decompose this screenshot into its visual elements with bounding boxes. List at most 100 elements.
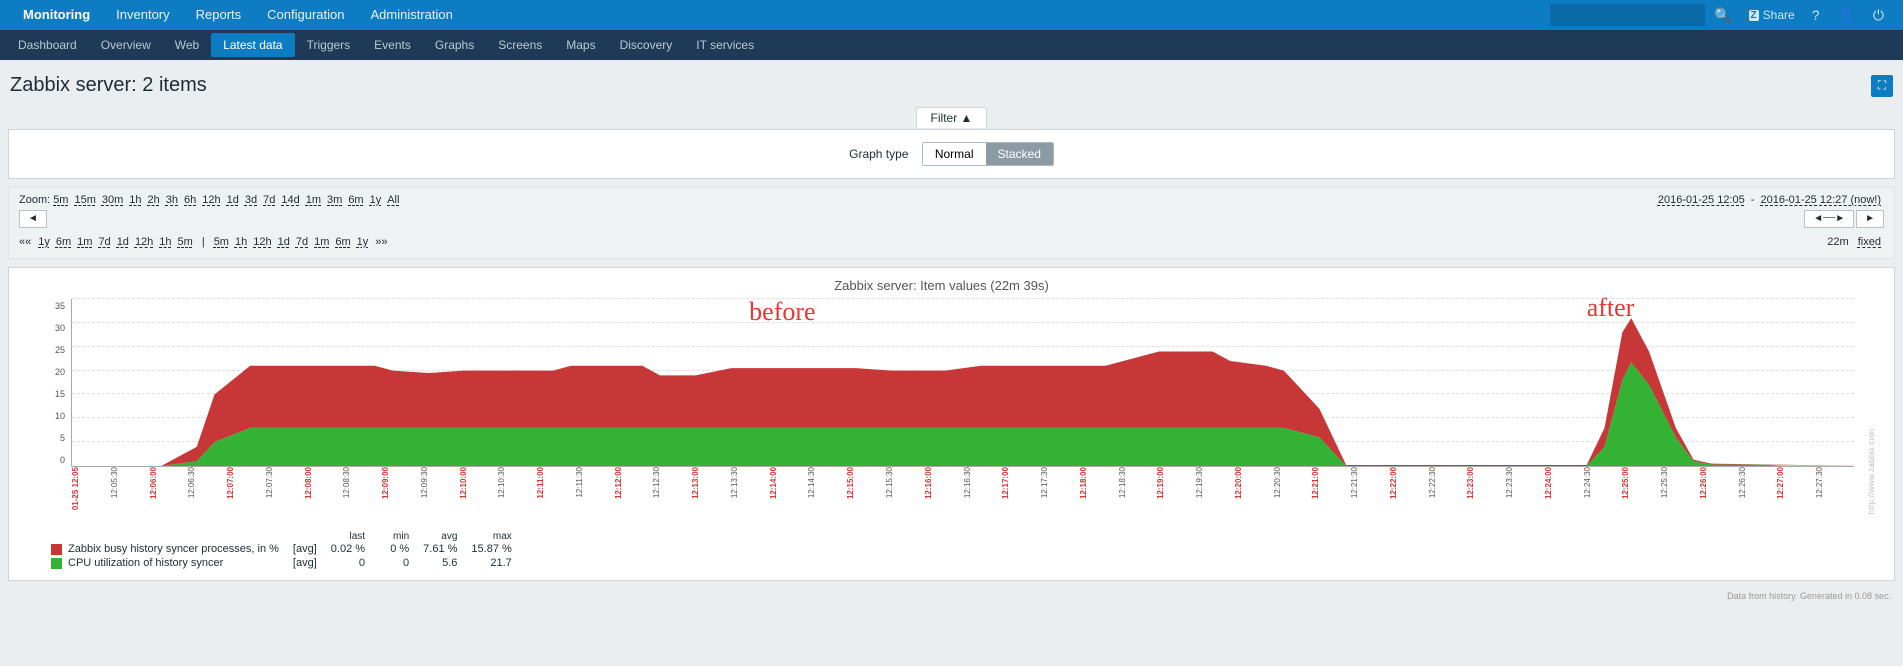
chart-panel: Zabbix server: Item values (22m 39s) 353… — [8, 267, 1895, 581]
zoom-step-5m[interactable]: 5m — [53, 194, 68, 206]
zoom-step-All[interactable]: All — [387, 194, 399, 206]
shift-right-7d[interactable]: 7d — [296, 236, 308, 248]
x-tick: 12:16:00 — [924, 467, 933, 499]
title-bar: Zabbix server: 2 items ⛶ — [0, 60, 1903, 107]
x-tick: 12:24:30 — [1583, 467, 1592, 498]
shift-left-7d[interactable]: 7d — [98, 236, 110, 248]
graphtype-option-normal[interactable]: Normal — [923, 143, 986, 165]
subnav-item-dashboard[interactable]: Dashboard — [6, 33, 89, 57]
top-nav: MonitoringInventoryReportsConfigurationA… — [0, 0, 1903, 30]
shift-right-1m[interactable]: 1m — [314, 236, 329, 248]
topnav-item-inventory[interactable]: Inventory — [103, 7, 182, 22]
side-url: http://www.zabbix.com — [1867, 429, 1876, 515]
x-tick: 12:06:30 — [187, 467, 196, 498]
sub-nav: DashboardOverviewWebLatest dataTriggersE… — [0, 30, 1903, 60]
subnav-item-graphs[interactable]: Graphs — [423, 33, 486, 57]
shift-right-6m[interactable]: 6m — [335, 236, 350, 248]
x-tick: 12:15:30 — [885, 467, 894, 498]
topnav-item-configuration[interactable]: Configuration — [254, 7, 357, 22]
zoom-step-1y[interactable]: 1y — [370, 194, 382, 206]
share-button[interactable]: ZShare — [1741, 8, 1803, 22]
footer-text: Data from history. Generated in 0.08 sec… — [0, 589, 1903, 611]
scroll-left-button[interactable]: ◄ — [19, 210, 47, 228]
x-tick: 12:09:00 — [381, 467, 390, 499]
zoom-step-3d[interactable]: 3d — [245, 194, 257, 206]
graphtype-segmented: NormalStacked — [922, 142, 1054, 166]
shift-right-5m[interactable]: 5m — [214, 236, 229, 248]
user-icon[interactable]: 👤 — [1828, 7, 1863, 24]
scroll-right-button[interactable]: ► — [1856, 210, 1884, 228]
x-tick: 12:19:00 — [1156, 467, 1165, 499]
fullscreen-button[interactable]: ⛶ — [1871, 75, 1893, 97]
x-tick: 12:23:00 — [1466, 467, 1475, 499]
zoom-step-12h[interactable]: 12h — [202, 194, 220, 206]
topnav-item-monitoring[interactable]: Monitoring — [10, 7, 103, 22]
shift-left-5m[interactable]: 5m — [178, 236, 193, 248]
scroll-bar-button[interactable]: ◄┄┄► — [1804, 210, 1854, 228]
zoom-step-14d[interactable]: 14d — [281, 194, 299, 206]
subnav-item-latest-data[interactable]: Latest data — [211, 33, 294, 57]
topnav-item-administration[interactable]: Administration — [358, 7, 466, 22]
zoom-step-30m[interactable]: 30m — [102, 194, 123, 206]
zoom-step-1h[interactable]: 1h — [129, 194, 141, 206]
time-to[interactable]: 2016-01-25 12:27 (now!) — [1761, 194, 1881, 206]
shift-left-1y[interactable]: 1y — [38, 236, 50, 248]
x-tick: 12:27:00 — [1776, 467, 1785, 499]
zoom-step-1d[interactable]: 1d — [227, 194, 239, 206]
help-icon[interactable]: ? — [1803, 7, 1829, 23]
zoom-step-3h[interactable]: 3h — [166, 194, 178, 206]
x-tick: 12:22:00 — [1389, 467, 1398, 499]
zoom-step-6h[interactable]: 6h — [184, 194, 196, 206]
subnav-item-discovery[interactable]: Discovery — [608, 33, 685, 57]
x-tick: 12:26:30 — [1738, 467, 1747, 498]
zoom-step-6m[interactable]: 6m — [348, 194, 363, 206]
subnav-item-overview[interactable]: Overview — [89, 33, 163, 57]
y-axis: 35302520151050 — [29, 299, 71, 467]
legend-row: Zabbix busy history syncer processes, in… — [51, 542, 526, 556]
subnav-item-screens[interactable]: Screens — [486, 33, 554, 57]
x-tick: 12:14:30 — [807, 467, 816, 498]
zoom-step-3m[interactable]: 3m — [327, 194, 342, 206]
page-title: Zabbix server: 2 items — [10, 74, 1871, 97]
topnav-item-reports[interactable]: Reports — [183, 7, 255, 22]
graphtype-option-stacked[interactable]: Stacked — [986, 143, 1053, 165]
search-icon[interactable]: 🔍 — [1705, 7, 1740, 24]
x-tick: 12:13:30 — [730, 467, 739, 498]
x-tick: 12:08:30 — [342, 467, 351, 498]
shift-left-end[interactable]: «« — [19, 236, 31, 248]
x-axis: 01-25 12:0512:05:3012:06:0012:06:3012:07… — [71, 467, 1854, 525]
x-tick: 12:26:00 — [1699, 467, 1708, 499]
shift-right-end[interactable]: »» — [375, 236, 387, 248]
subnav-item-triggers[interactable]: Triggers — [295, 33, 363, 57]
time-fixed-toggle[interactable]: fixed — [1858, 236, 1881, 248]
zoom-step-7d[interactable]: 7d — [263, 194, 275, 206]
filter-toggle[interactable]: Filter ▲ — [916, 107, 988, 128]
subnav-item-maps[interactable]: Maps — [554, 33, 607, 57]
shift-left-1d[interactable]: 1d — [117, 236, 129, 248]
time-duration: 22m — [1827, 236, 1848, 248]
shift-right-1h[interactable]: 1h — [235, 236, 247, 248]
shift-right-1d[interactable]: 1d — [278, 236, 290, 248]
subnav-item-web[interactable]: Web — [163, 33, 211, 57]
x-tick: 12:22:30 — [1428, 467, 1437, 498]
time-from[interactable]: 2016-01-25 12:05 — [1658, 194, 1745, 206]
plot-area[interactable]: before after — [71, 299, 1854, 467]
shift-left-6m[interactable]: 6m — [56, 236, 71, 248]
x-tick: 12:24:00 — [1544, 467, 1553, 499]
shift-left-12h[interactable]: 12h — [135, 236, 153, 248]
shift-left-1m[interactable]: 1m — [77, 236, 92, 248]
x-tick: 12:06:00 — [149, 467, 158, 499]
zoom-step-15m[interactable]: 15m — [74, 194, 95, 206]
shift-right-12h[interactable]: 12h — [253, 236, 271, 248]
zoom-step-1m[interactable]: 1m — [306, 194, 321, 206]
shift-left-1h[interactable]: 1h — [159, 236, 171, 248]
x-tick: 12:27:30 — [1815, 467, 1824, 498]
x-tick: 12:09:30 — [420, 467, 429, 498]
zoom-step-2h[interactable]: 2h — [148, 194, 160, 206]
shift-right-1y[interactable]: 1y — [357, 236, 369, 248]
subnav-item-it-services[interactable]: IT services — [684, 33, 766, 57]
subnav-item-events[interactable]: Events — [362, 33, 423, 57]
search-input[interactable] — [1550, 4, 1705, 26]
x-tick: 12:05:30 — [110, 467, 119, 498]
power-icon[interactable]: ⏻ — [1864, 7, 1893, 24]
